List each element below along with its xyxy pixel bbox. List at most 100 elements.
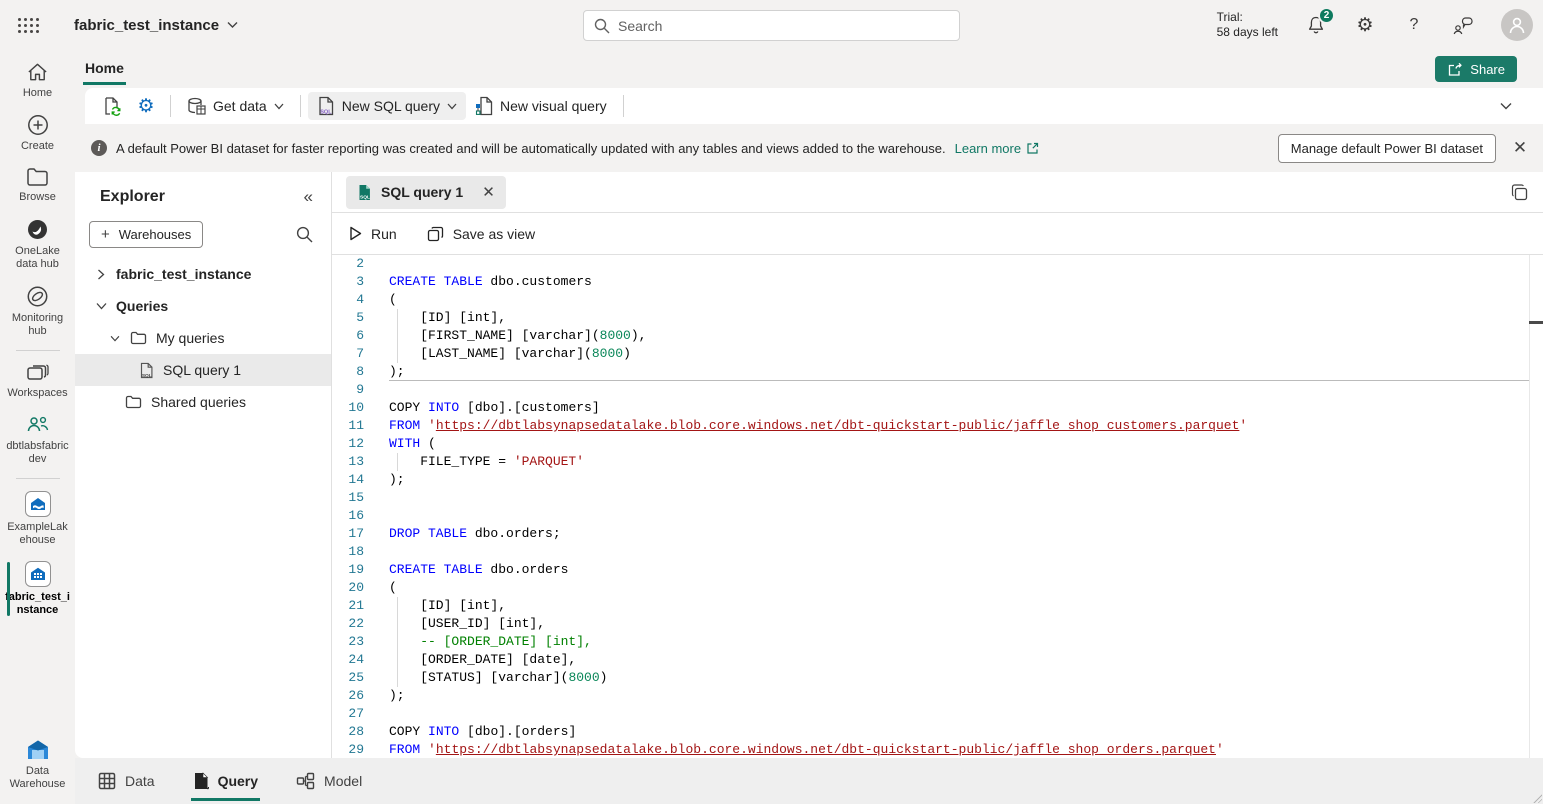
code-line[interactable]: 5 [ID] [int], <box>332 309 1543 327</box>
resize-handle[interactable] <box>1532 793 1542 803</box>
rail-item-browse[interactable]: Browse <box>0 160 75 211</box>
chevron-down-icon <box>1500 102 1512 110</box>
editor-scrollbar[interactable] <box>1529 255 1543 758</box>
warehouse-icon <box>25 561 51 587</box>
code-line[interactable]: 22 [USER_ID] [int], <box>332 615 1543 633</box>
chevron-down-icon <box>274 103 284 110</box>
code-line[interactable]: 20( <box>332 579 1543 597</box>
folder-icon <box>26 167 49 187</box>
tree-item-instance[interactable]: fabric_test_instance <box>75 258 331 290</box>
rail-item-fabric-test-instance[interactable]: fabric_test_instance <box>0 554 75 624</box>
global-search[interactable] <box>583 10 960 41</box>
code-line[interactable]: 29FROM 'https://dbtlabsynapsedatalake.bl… <box>332 741 1543 758</box>
line-number: 18 <box>332 543 364 561</box>
line-number: 19 <box>332 561 364 579</box>
banner-close-icon[interactable]: ✕ <box>1505 138 1535 158</box>
code-line[interactable]: 3CREATE TABLE dbo.customers <box>332 273 1543 291</box>
code-line[interactable]: 13 FILE_TYPE = 'PARQUET' <box>332 453 1543 471</box>
folder-icon <box>130 331 147 345</box>
line-number: 13 <box>332 453 364 471</box>
code-line[interactable]: 27 <box>332 705 1543 723</box>
home-icon <box>26 61 49 83</box>
line-number: 26 <box>332 687 364 705</box>
code-line[interactable]: 28COPY INTO [dbo].[orders] <box>332 723 1543 741</box>
rail-item-monitoring-hub[interactable]: Monitoring hub <box>0 278 75 345</box>
explorer-search-icon[interactable] <box>296 226 313 243</box>
refresh-file-icon <box>102 96 122 116</box>
feedback-button[interactable] <box>1452 14 1474 36</box>
rail-item-workspaces[interactable]: Workspaces <box>0 356 75 407</box>
app-launcher-icon[interactable] <box>0 0 56 50</box>
rail-divider <box>16 478 60 479</box>
notifications-button[interactable]: 2 <box>1305 14 1327 36</box>
share-button[interactable]: Share <box>1435 56 1517 82</box>
save-as-view-button[interactable]: Save as view <box>427 226 535 242</box>
line-number: 23 <box>332 633 364 651</box>
rail-item-examplelakehouse[interactable]: ExampleLakehouse <box>0 484 75 554</box>
code-line[interactable]: 26); <box>332 687 1543 705</box>
search-input[interactable] <box>618 18 949 34</box>
code-line[interactable]: 2 <box>332 255 1543 273</box>
rail-item-dbtlabsfabricdev[interactable]: dbtlabsfabricdev <box>0 407 75 473</box>
tab-query[interactable]: Query <box>191 761 260 801</box>
rail-divider <box>16 350 60 351</box>
copy-icon[interactable] <box>1510 183 1529 202</box>
account-avatar[interactable] <box>1501 9 1533 41</box>
tab-home[interactable]: Home <box>83 53 126 85</box>
code-line[interactable]: 12WITH ( <box>332 435 1543 453</box>
chevron-down-icon <box>96 302 107 310</box>
person-icon <box>1507 15 1527 35</box>
code-line[interactable]: 21 [ID] [int], <box>332 597 1543 615</box>
rail-item-create[interactable]: Create <box>0 107 75 160</box>
code-line[interactable]: 18 <box>332 543 1543 561</box>
rail-item-onelake-data-hub[interactable]: OneLake data hub <box>0 211 75 278</box>
collapse-ribbon-button[interactable] <box>1489 92 1523 120</box>
tree-item-my-queries[interactable]: My queries <box>75 322 331 354</box>
manage-dataset-button[interactable]: Manage default Power BI dataset <box>1278 134 1496 163</box>
code-line[interactable]: 14); <box>332 471 1543 489</box>
svg-text:SQL: SQL <box>320 110 332 116</box>
editor-tab-sql-query-1[interactable]: SQL SQL query 1 ✕ <box>346 176 506 209</box>
explorer-panel: Explorer « + Warehouses fabric_test_inst… <box>75 172 332 758</box>
refresh-button[interactable] <box>95 92 129 120</box>
new-visual-query-button[interactable]: New visual query <box>466 92 616 120</box>
code-line[interactable]: 6 [FIRST_NAME] [varchar](8000), <box>332 327 1543 345</box>
folder-icon <box>125 395 142 409</box>
code-line[interactable]: 8); <box>332 363 1543 381</box>
code-line[interactable]: 10COPY INTO [dbo].[customers] <box>332 399 1543 417</box>
code-line[interactable]: 11FROM 'https://dbtlabsynapsedatalake.bl… <box>332 417 1543 435</box>
learn-more-link[interactable]: Learn more <box>955 141 1039 156</box>
add-warehouses-button[interactable]: + Warehouses <box>89 221 203 248</box>
rail-item-data-warehouse[interactable]: Data Warehouse <box>0 732 75 798</box>
collapse-explorer-icon[interactable]: « <box>304 187 313 207</box>
settings-button[interactable]: ⚙ <box>1354 14 1376 36</box>
tree-item-sql-query-1[interactable]: SQL SQL query 1 <box>75 354 331 386</box>
tree-item-shared-queries[interactable]: Shared queries <box>75 386 331 418</box>
new-sql-query-button[interactable]: SQL New SQL query <box>308 92 466 120</box>
run-icon <box>349 226 362 241</box>
code-line[interactable]: 9 <box>332 381 1543 399</box>
chevron-right-icon <box>97 269 105 280</box>
code-line[interactable]: 7 [LAST_NAME] [varchar](8000) <box>332 345 1543 363</box>
code-line[interactable]: 19CREATE TABLE dbo.orders <box>332 561 1543 579</box>
code-line[interactable]: 25 [STATUS] [varchar](8000) <box>332 669 1543 687</box>
tab-model[interactable]: Model <box>294 761 364 801</box>
query-settings-button[interactable]: ⚙ <box>129 92 163 120</box>
tab-data[interactable]: Data <box>96 761 157 801</box>
code-line[interactable]: 4( <box>332 291 1543 309</box>
model-icon <box>296 772 315 790</box>
help-button[interactable]: ? <box>1403 14 1425 36</box>
rail-item-home[interactable]: Home <box>0 54 75 107</box>
code-area[interactable]: 23CREATE TABLE dbo.customers4(5 [ID] [in… <box>332 255 1543 758</box>
code-line[interactable]: 16 <box>332 507 1543 525</box>
editor-tab-bar: SQL SQL query 1 ✕ <box>332 172 1543 213</box>
workspace-switcher[interactable]: fabric_test_instance <box>74 17 238 34</box>
code-line[interactable]: 15 <box>332 489 1543 507</box>
tree-item-queries[interactable]: Queries <box>75 290 331 322</box>
code-line[interactable]: 23 -- [ORDER_DATE] [int], <box>332 633 1543 651</box>
code-line[interactable]: 17DROP TABLE dbo.orders; <box>332 525 1543 543</box>
code-line[interactable]: 24 [ORDER_DATE] [date], <box>332 651 1543 669</box>
get-data-button[interactable]: Get data <box>178 92 293 120</box>
run-button[interactable]: Run <box>349 226 397 242</box>
close-tab-icon[interactable]: ✕ <box>482 183 495 201</box>
